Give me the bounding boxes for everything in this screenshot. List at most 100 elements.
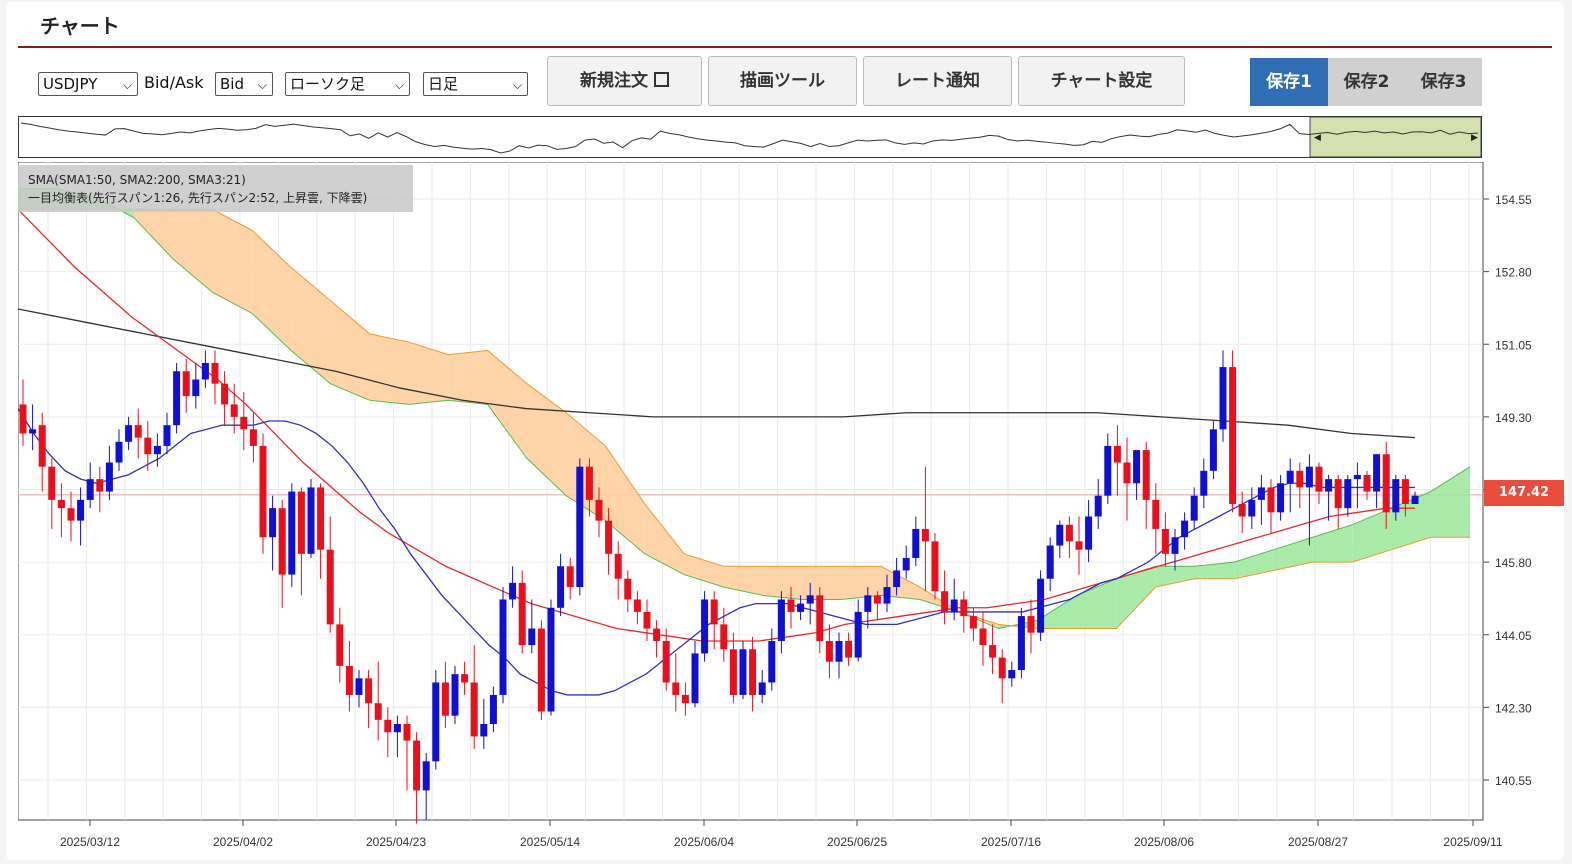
candle-body <box>115 441 123 463</box>
candle-body <box>883 587 891 604</box>
candle-body <box>249 429 257 446</box>
candle-body <box>595 499 603 521</box>
new-order-button[interactable]: 新規注文 <box>547 56 702 106</box>
candle-body <box>1334 479 1342 509</box>
save-2-button[interactable]: 保存2 <box>1328 58 1405 106</box>
bidask-select[interactable]: Bid ⌵ <box>215 72 273 96</box>
navigator[interactable]: ◀ ▶ <box>18 116 1482 158</box>
candle-body <box>1200 470 1208 496</box>
candle-body <box>1190 495 1198 521</box>
x-tick-label: 2025/04/23 <box>366 835 426 849</box>
chevron-down-icon: ⌵ <box>512 78 522 92</box>
y-tick-label: 149.30 <box>1495 411 1532 425</box>
candle-body <box>1181 520 1189 538</box>
navigator-line <box>20 122 1479 154</box>
chevron-down-icon: ⌵ <box>122 78 132 92</box>
title-divider <box>18 46 1552 48</box>
current-price-tag: 147.42 <box>1484 480 1564 506</box>
y-tick-label: 152.80 <box>1495 266 1532 280</box>
candle-body <box>326 549 334 625</box>
navigator-window[interactable] <box>1309 116 1482 158</box>
candle-body <box>48 466 56 500</box>
candle-body <box>1229 367 1237 505</box>
chevron-down-icon: ⌵ <box>394 78 404 92</box>
y-tick-label: 154.55 <box>1495 193 1532 207</box>
candle-body <box>441 682 449 716</box>
candle-body <box>1363 474 1371 492</box>
save-1-button[interactable]: 保存1 <box>1250 58 1328 106</box>
candle-body <box>1123 462 1131 484</box>
candle-body <box>403 723 411 741</box>
price-chart[interactable]: 154.55152.80151.05149.30147.55145.80144.… <box>18 162 1564 860</box>
candle-body <box>1277 483 1285 513</box>
symbol-select-value: USDJPY <box>43 75 98 93</box>
draw-tools-button[interactable]: 描画ツール <box>708 56 857 106</box>
y-tick-label: 151.05 <box>1495 338 1532 352</box>
chart-settings-button[interactable]: チャート設定 <box>1018 56 1185 106</box>
chart-type-select[interactable]: ローソク足 ⌵ <box>285 72 410 96</box>
candle-body <box>518 582 526 646</box>
candle-body <box>144 437 152 455</box>
candle-body <box>480 723 488 737</box>
x-tick-label: 2025/03/12 <box>60 835 120 849</box>
candle-body <box>1392 479 1400 513</box>
candle-body <box>1171 537 1179 554</box>
candle-body <box>1152 499 1160 529</box>
draw-tools-label: 描画ツール <box>740 71 825 91</box>
candle-body <box>528 628 536 646</box>
candle-body <box>701 599 709 654</box>
candle-body <box>1257 487 1265 500</box>
candle-body <box>288 491 296 575</box>
candle-body <box>67 508 75 521</box>
candle-body <box>1104 445 1112 496</box>
candle-body <box>960 599 968 617</box>
candle-body <box>1238 504 1246 517</box>
candle-body <box>1401 479 1409 505</box>
x-tick-label: 2025/05/14 <box>520 835 580 849</box>
save-1-label: 保存1 <box>1266 72 1312 92</box>
candle-body <box>1267 487 1275 513</box>
save-3-button[interactable]: 保存3 <box>1405 58 1482 106</box>
chart-type-select-value: ローソク足 <box>290 75 366 93</box>
candle-body <box>336 624 344 666</box>
candle-body <box>173 371 181 426</box>
candle-body <box>278 508 286 575</box>
indicator-legend: SMA(SMA1:50, SMA2:200, SMA3:21) 一目均衡表(先行… <box>18 165 413 212</box>
candle-body <box>1296 470 1304 488</box>
symbol-select[interactable]: USDJPY ⌵ <box>38 72 138 96</box>
candle-body <box>1008 670 1016 679</box>
candle-body <box>230 404 238 417</box>
candle-body <box>758 682 766 695</box>
candle-body <box>57 499 65 509</box>
candle-body <box>557 566 565 608</box>
candle-body <box>605 520 613 554</box>
candle-body <box>547 607 555 712</box>
candle-body <box>672 682 680 695</box>
candle-body <box>749 649 757 695</box>
candle-body <box>1017 616 1025 671</box>
bidask-select-value: Bid <box>220 75 244 93</box>
rate-alert-button[interactable]: レート通知 <box>863 56 1012 106</box>
cloud-segment <box>762 566 802 600</box>
candle-body <box>1411 495 1419 505</box>
candle-body <box>912 528 920 558</box>
candle-body <box>201 362 209 380</box>
candle-body <box>1065 524 1073 542</box>
candle-body <box>125 425 133 442</box>
candle-body <box>566 566 574 588</box>
period-select[interactable]: 日足 ⌵ <box>423 72 528 96</box>
chevron-down-icon: ⌵ <box>257 78 267 92</box>
candle-body <box>1046 545 1054 579</box>
candle-body <box>1056 524 1064 546</box>
x-axis: 2025/03/12 2025/04/02 2025/04/23 2025/05/14… <box>60 820 1503 849</box>
page-title: チャート <box>40 14 120 38</box>
candle-body <box>614 553 622 579</box>
save-2-label: 保存2 <box>1343 72 1390 92</box>
navigator-left-handle-icon[interactable]: ◀ <box>1314 133 1321 143</box>
candle-body <box>864 595 872 612</box>
candle-body <box>989 645 997 658</box>
candle-body <box>1219 367 1227 430</box>
candle-body <box>307 487 315 554</box>
candle-body <box>969 616 977 629</box>
navigator-right-handle-icon[interactable]: ▶ <box>1471 133 1478 143</box>
